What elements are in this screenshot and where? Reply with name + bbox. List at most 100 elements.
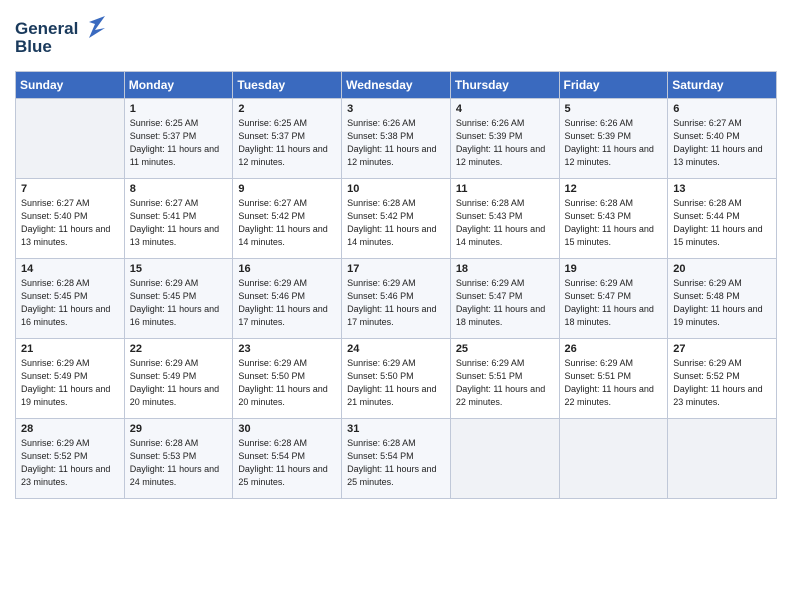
weekday-header: Thursday — [450, 72, 559, 99]
svg-text:General: General — [15, 19, 78, 38]
day-detail: Sunrise: 6:27 AMSunset: 5:41 PMDaylight:… — [130, 197, 229, 249]
weekday-header: Monday — [124, 72, 233, 99]
day-number: 7 — [21, 183, 120, 195]
day-detail: Sunrise: 6:29 AMSunset: 5:46 PMDaylight:… — [347, 277, 446, 329]
day-detail: Sunrise: 6:28 AMSunset: 5:54 PMDaylight:… — [347, 437, 446, 489]
calendar-day-cell: 25Sunrise: 6:29 AMSunset: 5:51 PMDayligh… — [450, 339, 559, 419]
day-number: 1 — [130, 103, 229, 115]
day-number: 17 — [347, 263, 446, 275]
day-detail: Sunrise: 6:29 AMSunset: 5:49 PMDaylight:… — [130, 357, 229, 409]
calendar-header-row: SundayMondayTuesdayWednesdayThursdayFrid… — [16, 72, 777, 99]
day-number: 27 — [673, 343, 772, 355]
day-detail: Sunrise: 6:28 AMSunset: 5:53 PMDaylight:… — [130, 437, 229, 489]
calendar-day-cell: 8 Sunrise: 6:27 AMSunset: 5:41 PMDaylight… — [124, 179, 233, 259]
day-detail: Sunrise: 6:25 AMSunset: 5:37 PMDaylight:… — [130, 117, 229, 169]
day-detail: Sunrise: 6:29 AMSunset: 5:46 PMDaylight:… — [238, 277, 337, 329]
calendar-day-cell: 30 Sunrise: 6:28 AMSunset: 5:54 PMDayligh… — [233, 419, 342, 499]
day-number: 24 — [347, 343, 446, 355]
header: General Blue — [15, 10, 777, 63]
day-number: 11 — [456, 183, 555, 195]
day-number: 16 — [238, 263, 337, 275]
day-number: 23 — [238, 343, 337, 355]
day-detail: Sunrise: 6:29 AMSunset: 5:49 PMDaylight:… — [21, 357, 120, 409]
calendar-day-cell: 23 Sunrise: 6:29 AMSunset: 5:50 PMDayligh… — [233, 339, 342, 419]
calendar-day-cell: 31 Sunrise: 6:28 AMSunset: 5:54 PMDayligh… — [342, 419, 451, 499]
day-detail: Sunrise: 6:27 AMSunset: 5:42 PMDaylight:… — [238, 197, 337, 249]
day-number: 31 — [347, 423, 446, 435]
calendar-day-cell: 21Sunrise: 6:29 AMSunset: 5:49 PMDayligh… — [16, 339, 125, 419]
day-detail: Sunrise: 6:29 AMSunset: 5:52 PMDaylight:… — [673, 357, 772, 409]
day-number: 6 — [673, 103, 772, 115]
day-number: 9 — [238, 183, 337, 195]
calendar-day-cell — [559, 419, 668, 499]
day-number: 8 — [130, 183, 229, 195]
day-detail: Sunrise: 6:29 AMSunset: 5:51 PMDaylight:… — [565, 357, 664, 409]
day-detail: Sunrise: 6:28 AMSunset: 5:44 PMDaylight:… — [673, 197, 772, 249]
calendar-day-cell: 26 Sunrise: 6:29 AMSunset: 5:51 PMDayligh… — [559, 339, 668, 419]
calendar-day-cell: 3Sunrise: 6:26 AMSunset: 5:38 PMDaylight… — [342, 99, 451, 179]
day-detail: Sunrise: 6:29 AMSunset: 5:50 PMDaylight:… — [238, 357, 337, 409]
day-detail: Sunrise: 6:28 AMSunset: 5:42 PMDaylight:… — [347, 197, 446, 249]
day-detail: Sunrise: 6:29 AMSunset: 5:51 PMDaylight:… — [456, 357, 555, 409]
logo: General Blue — [15, 14, 105, 63]
calendar-day-cell: 17 Sunrise: 6:29 AMSunset: 5:46 PMDayligh… — [342, 259, 451, 339]
calendar-day-cell: 15 Sunrise: 6:29 AMSunset: 5:45 PMDayligh… — [124, 259, 233, 339]
weekday-header: Wednesday — [342, 72, 451, 99]
calendar-day-cell — [16, 99, 125, 179]
day-detail: Sunrise: 6:28 AMSunset: 5:54 PMDaylight:… — [238, 437, 337, 489]
day-number: 2 — [238, 103, 337, 115]
calendar-day-cell: 11 Sunrise: 6:28 AMSunset: 5:43 PMDayligh… — [450, 179, 559, 259]
calendar-day-cell — [450, 419, 559, 499]
calendar-day-cell: 12Sunrise: 6:28 AMSunset: 5:43 PMDayligh… — [559, 179, 668, 259]
logo-text: General Blue — [15, 14, 105, 63]
calendar-day-cell: 27 Sunrise: 6:29 AMSunset: 5:52 PMDayligh… — [668, 339, 777, 419]
calendar-day-cell: 22 Sunrise: 6:29 AMSunset: 5:49 PMDayligh… — [124, 339, 233, 419]
day-detail: Sunrise: 6:29 AMSunset: 5:47 PMDaylight:… — [456, 277, 555, 329]
svg-text:Blue: Blue — [15, 37, 52, 56]
day-detail: Sunrise: 6:27 AMSunset: 5:40 PMDaylight:… — [21, 197, 120, 249]
day-number: 4 — [456, 103, 555, 115]
calendar-day-cell: 9 Sunrise: 6:27 AMSunset: 5:42 PMDaylight… — [233, 179, 342, 259]
day-number: 5 — [565, 103, 664, 115]
day-detail: Sunrise: 6:26 AMSunset: 5:39 PMDaylight:… — [565, 117, 664, 169]
calendar-day-cell: 5 Sunrise: 6:26 AMSunset: 5:39 PMDaylight… — [559, 99, 668, 179]
day-detail: Sunrise: 6:29 AMSunset: 5:45 PMDaylight:… — [130, 277, 229, 329]
calendar-day-cell: 2 Sunrise: 6:25 AMSunset: 5:37 PMDaylight… — [233, 99, 342, 179]
weekday-header: Tuesday — [233, 72, 342, 99]
calendar-day-cell: 7 Sunrise: 6:27 AMSunset: 5:40 PMDaylight… — [16, 179, 125, 259]
weekday-header: Friday — [559, 72, 668, 99]
day-detail: Sunrise: 6:26 AMSunset: 5:38 PMDaylight:… — [347, 117, 446, 169]
calendar-week-row: 21Sunrise: 6:29 AMSunset: 5:49 PMDayligh… — [16, 339, 777, 419]
day-detail: Sunrise: 6:29 AMSunset: 5:47 PMDaylight:… — [565, 277, 664, 329]
calendar-table: SundayMondayTuesdayWednesdayThursdayFrid… — [15, 71, 777, 499]
day-number: 12 — [565, 183, 664, 195]
weekday-header: Sunday — [16, 72, 125, 99]
day-detail: Sunrise: 6:29 AMSunset: 5:52 PMDaylight:… — [21, 437, 120, 489]
day-detail: Sunrise: 6:27 AMSunset: 5:40 PMDaylight:… — [673, 117, 772, 169]
calendar-day-cell: 16 Sunrise: 6:29 AMSunset: 5:46 PMDayligh… — [233, 259, 342, 339]
day-detail: Sunrise: 6:29 AMSunset: 5:48 PMDaylight:… — [673, 277, 772, 329]
calendar-day-cell: 18 Sunrise: 6:29 AMSunset: 5:47 PMDayligh… — [450, 259, 559, 339]
day-number: 14 — [21, 263, 120, 275]
day-number: 26 — [565, 343, 664, 355]
day-number: 20 — [673, 263, 772, 275]
day-number: 22 — [130, 343, 229, 355]
day-number: 29 — [130, 423, 229, 435]
calendar-week-row: 1 Sunrise: 6:25 AMSunset: 5:37 PMDaylight… — [16, 99, 777, 179]
calendar-day-cell: 10Sunrise: 6:28 AMSunset: 5:42 PMDayligh… — [342, 179, 451, 259]
calendar-day-cell: 14Sunrise: 6:28 AMSunset: 5:45 PMDayligh… — [16, 259, 125, 339]
calendar-week-row: 28 Sunrise: 6:29 AMSunset: 5:52 PMDayligh… — [16, 419, 777, 499]
calendar-week-row: 7 Sunrise: 6:27 AMSunset: 5:40 PMDaylight… — [16, 179, 777, 259]
calendar-day-cell: 24Sunrise: 6:29 AMSunset: 5:50 PMDayligh… — [342, 339, 451, 419]
day-detail: Sunrise: 6:28 AMSunset: 5:43 PMDaylight:… — [456, 197, 555, 249]
day-number: 30 — [238, 423, 337, 435]
day-detail: Sunrise: 6:25 AMSunset: 5:37 PMDaylight:… — [238, 117, 337, 169]
calendar-day-cell: 28 Sunrise: 6:29 AMSunset: 5:52 PMDayligh… — [16, 419, 125, 499]
calendar-day-cell: 29 Sunrise: 6:28 AMSunset: 5:53 PMDayligh… — [124, 419, 233, 499]
day-number: 18 — [456, 263, 555, 275]
day-number: 19 — [565, 263, 664, 275]
day-number: 15 — [130, 263, 229, 275]
day-detail: Sunrise: 6:26 AMSunset: 5:39 PMDaylight:… — [456, 117, 555, 169]
weekday-header: Saturday — [668, 72, 777, 99]
day-number: 28 — [21, 423, 120, 435]
